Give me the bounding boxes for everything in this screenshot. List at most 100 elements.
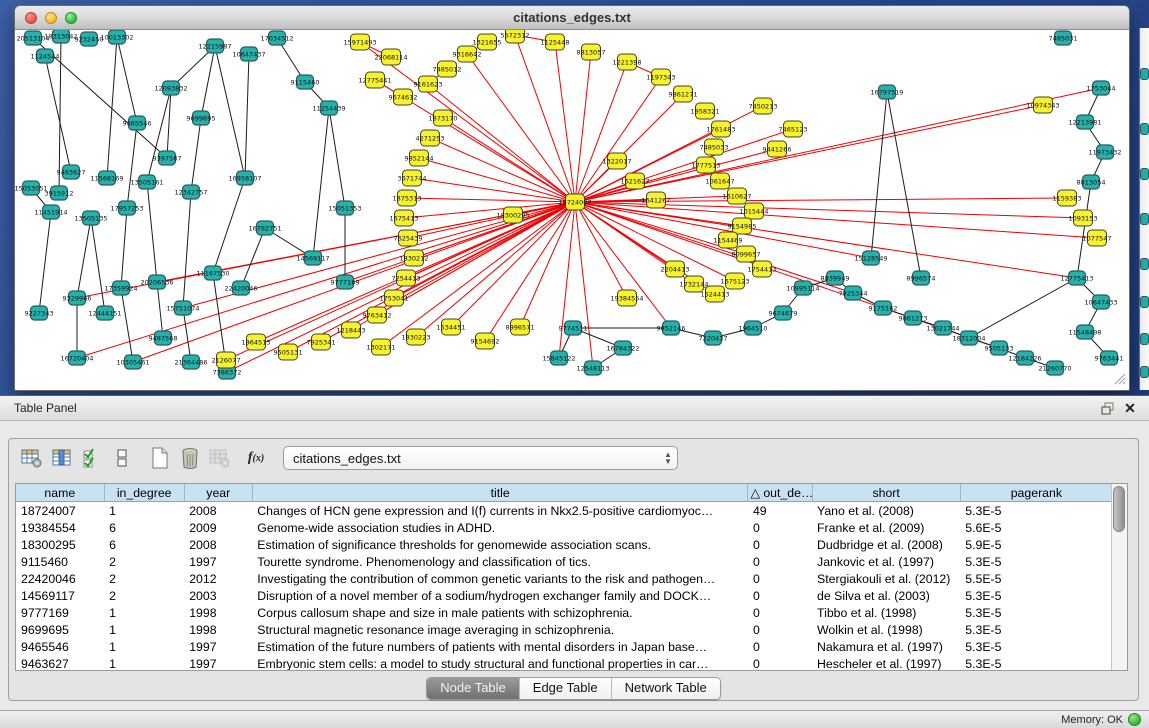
graph-node[interactable]: 9227343 [1140, 213, 1149, 225]
graph-node[interactable]: 9852144 [405, 150, 434, 166]
graph-node[interactable]: 10305461 [116, 355, 149, 369]
graph-node[interactable]: 3915912 [45, 186, 74, 200]
graph-node[interactable]: 1125448 [541, 34, 570, 50]
graph-node[interactable]: 9497568 [149, 331, 178, 345]
graph-node[interactable]: 7465123 [779, 121, 808, 137]
graph-node[interactable]: 1197343 [647, 69, 676, 85]
graph-node[interactable]: 17359924 [104, 281, 137, 295]
graph-node[interactable]: 9763441 [1095, 351, 1124, 365]
graph-node[interactable]: 8813057 [577, 44, 606, 60]
tab-edge-table[interactable]: Edge Table [520, 678, 612, 699]
column-header-in_degree[interactable]: in_degree [104, 484, 184, 502]
delete-button[interactable] [175, 445, 205, 472]
graph-node[interactable]: 1964513 [242, 334, 271, 350]
graph-node[interactable]: 16958107 [228, 171, 261, 185]
function-builder-button[interactable]: f(x) [241, 445, 271, 472]
graph-node[interactable]: 16782751 [248, 221, 281, 235]
table-row[interactable]: 969969511998Structural magnetic resonanc… [16, 621, 1113, 638]
row-selection-button[interactable] [77, 445, 107, 472]
graph-node[interactable]: 1093153 [1069, 210, 1098, 226]
graph-node[interactable]: 9861271 [669, 86, 698, 102]
table-settings-button[interactable] [17, 445, 47, 472]
graph-edge[interactable] [575, 202, 671, 328]
graph-edge[interactable] [127, 123, 137, 208]
graph-node[interactable]: 8996571 [506, 319, 535, 335]
graph-node[interactable]: 13505161 [130, 175, 163, 189]
graph-node[interactable]: 3671744 [398, 170, 427, 186]
graph-node[interactable]: 15845122 [542, 351, 575, 365]
graph-node[interactable]: 11254439 [312, 101, 345, 115]
column-header-title[interactable]: title [252, 484, 748, 502]
graph-node[interactable]: 20206536 [140, 275, 173, 289]
graph-edge[interactable] [419, 158, 575, 202]
graph-node[interactable]: 9232450 [75, 32, 104, 46]
graph-node[interactable]: 1159383 [1053, 190, 1082, 206]
graph-node[interactable]: 10974343 [1026, 97, 1059, 113]
delete-table-button[interactable] [205, 445, 235, 472]
graph-edge[interactable] [45, 56, 71, 172]
graph-node[interactable]: 17957253 [110, 201, 143, 215]
graph-node[interactable]: 1061647 [706, 173, 735, 189]
graph-edge[interactable] [416, 202, 575, 337]
graph-node[interactable]: 8813054 [1077, 175, 1106, 189]
graph-edge[interactable] [167, 88, 171, 158]
show-columns-button[interactable] [47, 445, 77, 472]
graph-node[interactable]: 12444151 [88, 306, 121, 320]
graph-node[interactable]: 9329966 [63, 291, 92, 305]
table-row[interactable]: 1872400712008Changes of HCN gene express… [16, 502, 1113, 520]
graph-node[interactable]: 1534451 [437, 319, 466, 335]
graph-node[interactable]: 11973432 [1088, 145, 1121, 159]
graph-node[interactable]: 1641267 [642, 192, 671, 208]
graph-node[interactable]: 7485031 [1049, 31, 1078, 45]
window-titlebar[interactable]: citations_edges.txt [15, 6, 1129, 30]
network-select[interactable]: citations_edges.txt ▲▼ [283, 446, 678, 470]
graph-node[interactable]: 12093832 [154, 81, 187, 95]
graph-node[interactable]: 2126077 [212, 352, 241, 368]
graph-node[interactable]: 9154692 [471, 333, 500, 349]
graph-node[interactable]: 5572312 [501, 30, 530, 43]
table-row[interactable]: 911546021997Tourette syndrome. Phenomeno… [16, 553, 1113, 570]
scrollbar-thumb[interactable] [1113, 486, 1125, 532]
graph-node[interactable]: 9861273 [899, 311, 928, 325]
graph-edge[interactable] [39, 212, 51, 313]
graph-edge[interactable] [215, 46, 245, 178]
graph-node[interactable]: 14569117 [296, 251, 329, 265]
table-row[interactable]: 2242004622012Investigating the contribut… [16, 570, 1113, 587]
graph-node[interactable]: 1167531 [1140, 366, 1149, 378]
table-row[interactable]: 946362711997Embryonic stem cells: a mode… [16, 655, 1113, 671]
graph-node[interactable]: 15128549 [854, 251, 887, 265]
graph-node[interactable]: 16797519 [870, 85, 903, 99]
graph-edge[interactable] [191, 118, 201, 192]
column-header-name[interactable]: name [16, 484, 104, 502]
graph-node[interactable]: 21260770 [1038, 361, 1071, 375]
graph-node[interactable]: 1830223 [402, 329, 431, 345]
graph-node[interactable]: 7485033 [700, 139, 729, 155]
graph-node[interactable]: 1117 [1140, 68, 1149, 80]
graph-edge[interactable] [313, 108, 329, 258]
graph-node[interactable]: 12548113 [576, 361, 609, 375]
graph-edge[interactable] [360, 42, 575, 202]
graph-node[interactable]: 1675123 [721, 273, 750, 289]
graph-node[interactable]: 22420046 [224, 281, 257, 295]
graph-node[interactable]: 9463627 [57, 165, 86, 179]
table-row[interactable]: 946554611997Estimation of the future num… [16, 638, 1113, 655]
graph-node[interactable]: 12444151 [1140, 296, 1149, 308]
graph-node[interactable]: 11548498 [1068, 325, 1101, 339]
graph-node[interactable]: 10647437 [232, 47, 265, 61]
graph-node[interactable]: 10647433 [1084, 295, 1117, 309]
graph-node[interactable]: 1753044 [1087, 81, 1116, 95]
graph-node[interactable]: 1524413 [701, 286, 730, 302]
graph-node[interactable]: 1221398 [613, 54, 642, 70]
graph-node[interactable]: 12342757 [174, 185, 207, 199]
graph-edge[interactable] [121, 208, 127, 288]
graph-node[interactable]: 9505133 [985, 341, 1014, 355]
graph-edge[interactable] [117, 37, 137, 123]
graph-node[interactable]: 9227343 [25, 306, 54, 320]
graph-node[interactable]: 15051353 [328, 201, 361, 215]
graph-node[interactable]: 11167530 [196, 266, 229, 280]
graph-node[interactable]: 9329966 [1140, 168, 1149, 180]
column-header-pagerank[interactable]: pagerank [960, 484, 1112, 502]
table-row[interactable]: 1456911722003Disruption of a novel membe… [16, 587, 1113, 604]
graph-node[interactable]: 12093832 [1140, 258, 1149, 270]
graph-edge[interactable] [107, 37, 117, 178]
